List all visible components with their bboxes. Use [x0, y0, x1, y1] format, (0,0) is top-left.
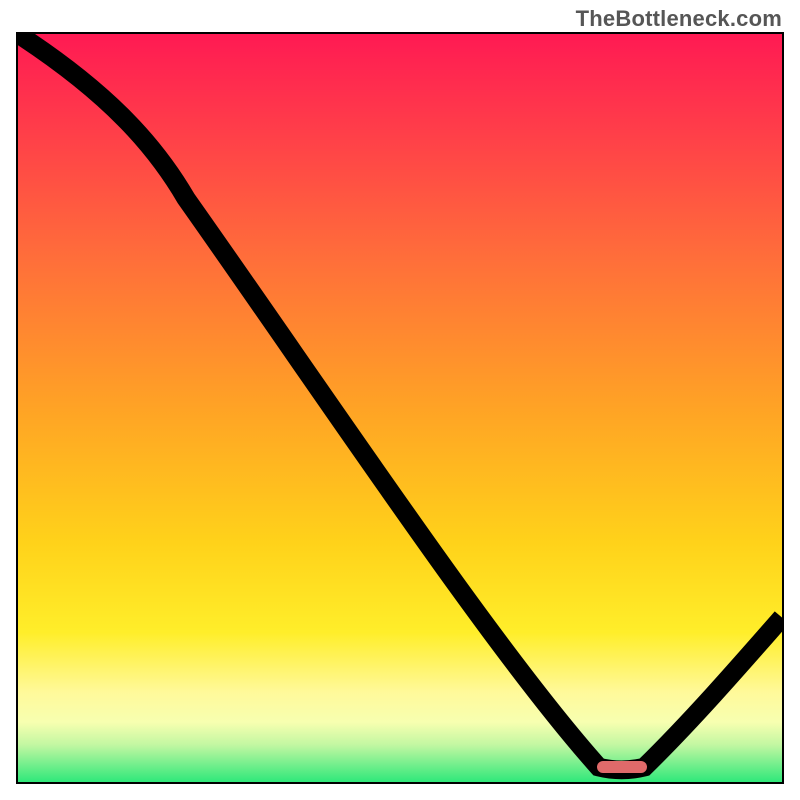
plot-area [16, 32, 784, 784]
optimum-marker [597, 761, 647, 773]
curve-svg [18, 34, 782, 782]
attribution-text: TheBottleneck.com [576, 6, 782, 32]
bottleneck-curve [18, 34, 782, 770]
chart-frame: TheBottleneck.com [0, 0, 800, 800]
